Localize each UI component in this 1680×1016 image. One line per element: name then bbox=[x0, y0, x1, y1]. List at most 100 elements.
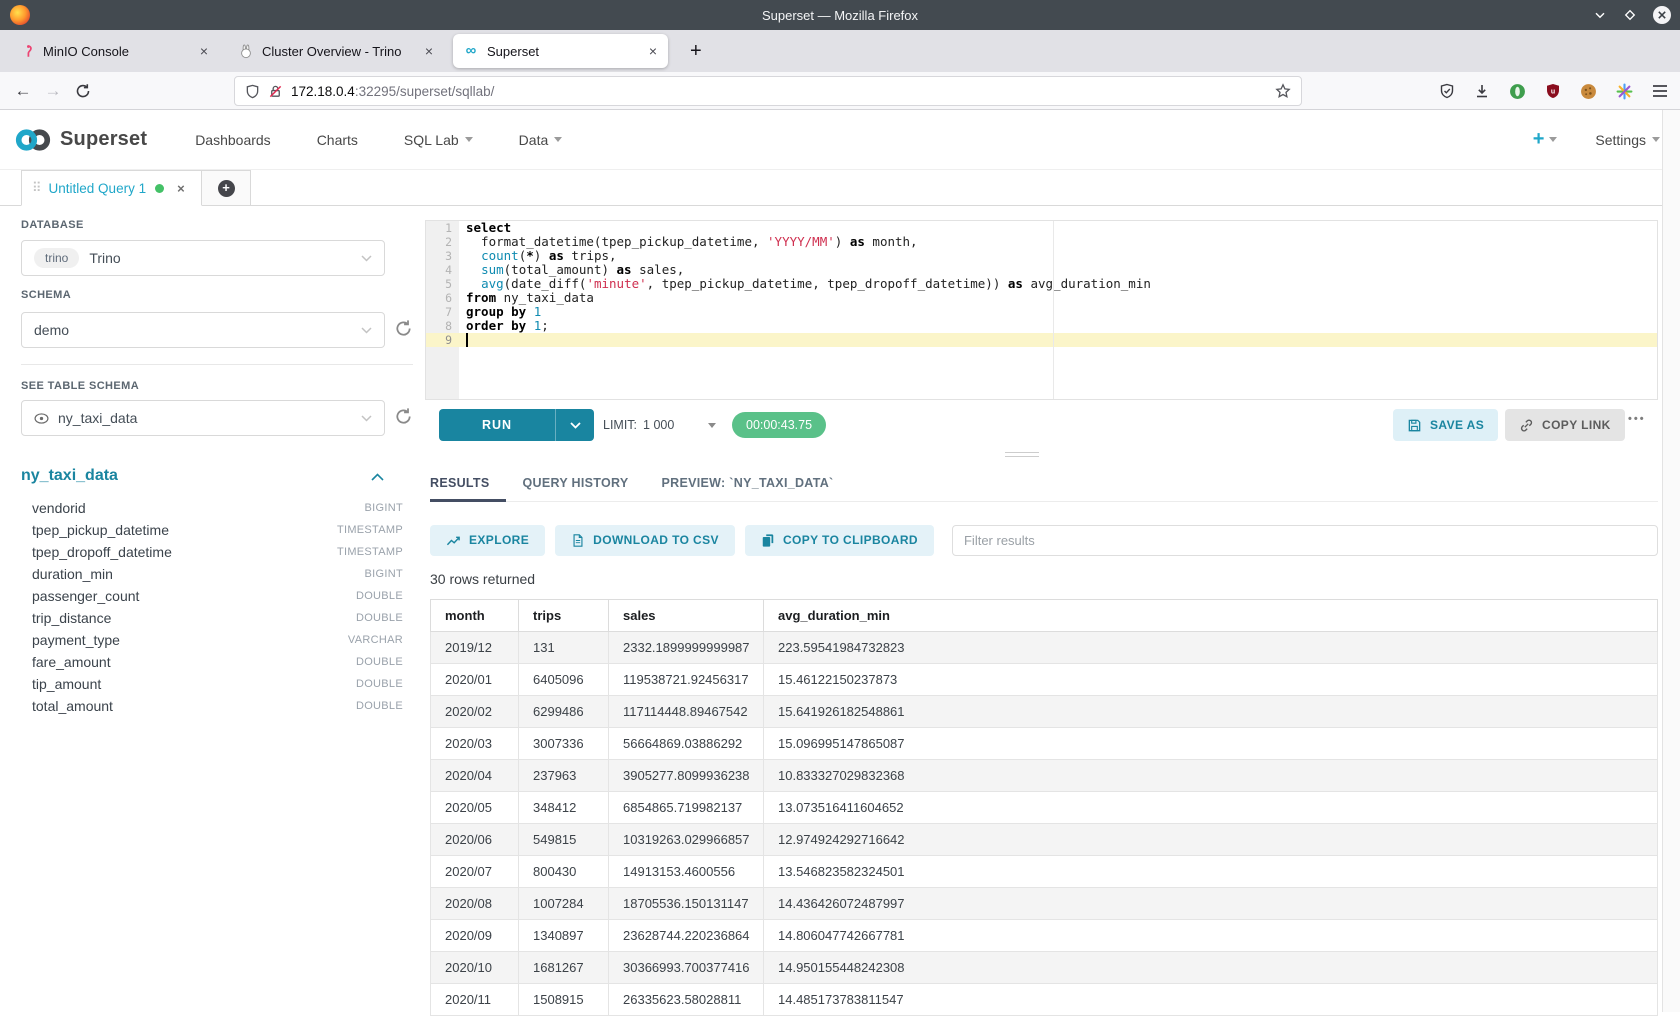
collapse-chevron-up-icon[interactable] bbox=[371, 473, 384, 481]
browser-tab[interactable]: MinIO Console × bbox=[9, 34, 219, 68]
browser-new-tab-button[interactable]: + bbox=[684, 40, 708, 63]
schema-column-row: tip_amountDOUBLE bbox=[32, 673, 403, 695]
query-tab-untitled-query-1[interactable]: ⠿ Untitled Query 1 × bbox=[21, 170, 202, 206]
chevron-down-icon bbox=[465, 137, 473, 142]
table-cell: 10.833327029832368 bbox=[764, 760, 1658, 792]
run-button[interactable]: RUN bbox=[439, 409, 556, 441]
download-csv-button[interactable]: DOWNLOAD TO CSV bbox=[555, 525, 735, 556]
svg-text:u: u bbox=[1551, 89, 1555, 96]
browser-tab[interactable]: ∞Superset× bbox=[453, 34, 668, 68]
column-type: DOUBLE bbox=[356, 590, 403, 602]
browser-tab-title: MinIO Console bbox=[43, 44, 187, 59]
table-schema-label: SEE TABLE SCHEMA bbox=[21, 380, 139, 392]
results-tab-query-history[interactable]: QUERY HISTORY bbox=[523, 464, 629, 502]
new-query-tab-button[interactable]: + bbox=[202, 170, 251, 206]
hamburger-menu-icon[interactable] bbox=[1652, 84, 1668, 98]
limit-dropdown[interactable]: LIMIT: 1 000 bbox=[603, 409, 716, 441]
pane-resize-handle[interactable] bbox=[1005, 452, 1039, 460]
code-line: select bbox=[459, 221, 1657, 235]
table-cell: 6299486 bbox=[519, 696, 609, 728]
nav-item-data[interactable]: Data bbox=[519, 132, 563, 148]
url-field[interactable]: 172.18.0.4:32295/superset/sqllab/ bbox=[234, 76, 1302, 106]
column-header-sales[interactable]: sales bbox=[609, 600, 764, 632]
table-row: 2020/03300733656664869.0388629215.096995… bbox=[431, 728, 1658, 760]
sql-editor[interactable]: 123456789 select format_datetime(tpep_pi… bbox=[425, 220, 1658, 400]
refresh-tables-icon[interactable] bbox=[394, 407, 416, 429]
nav-item-charts[interactable]: Charts bbox=[317, 132, 358, 148]
table-cell: 15.096995147865087 bbox=[764, 728, 1658, 760]
bookmark-star-icon[interactable] bbox=[1275, 83, 1291, 99]
results-tab-results[interactable]: RESULTS bbox=[430, 464, 490, 502]
table-cell: 549815 bbox=[519, 824, 609, 856]
table-schema-heading[interactable]: ny_taxi_data bbox=[21, 467, 118, 485]
copy-link-button[interactable]: COPY LINK bbox=[1505, 409, 1625, 441]
table-select[interactable]: ny_taxi_data bbox=[21, 400, 385, 436]
column-header-month[interactable]: month bbox=[431, 600, 519, 632]
browser-tab[interactable]: Cluster Overview - Trino× bbox=[228, 34, 444, 68]
chevron-down-icon bbox=[361, 255, 372, 262]
column-type: BIGINT bbox=[365, 568, 403, 580]
run-query-split-button[interactable]: RUN bbox=[439, 409, 594, 441]
tab-close-icon[interactable]: × bbox=[197, 43, 211, 59]
tab-close-icon[interactable]: × bbox=[646, 43, 660, 59]
insecure-lock-icon[interactable] bbox=[268, 84, 283, 99]
schema-select[interactable]: demo bbox=[21, 312, 385, 348]
nav-item-sql-lab[interactable]: SQL Lab bbox=[404, 132, 473, 148]
window-close-icon[interactable] bbox=[1652, 5, 1672, 25]
table-row: 2020/026299486117114448.8946754215.64192… bbox=[431, 696, 1658, 728]
page-scrollbar-track[interactable] bbox=[1662, 110, 1680, 1012]
table-cell: 30366993.700377416 bbox=[609, 952, 764, 984]
table-cell: 2020/03 bbox=[431, 728, 519, 760]
drag-handle-icon[interactable]: ⠿ bbox=[32, 180, 42, 196]
eye-icon bbox=[34, 413, 49, 424]
colorful-asterisk-extension-icon[interactable] bbox=[1616, 83, 1633, 100]
navbar-plus-button[interactable]: + bbox=[1533, 128, 1558, 151]
table-cell: 119538721.92456317 bbox=[609, 664, 764, 696]
table-cell: 800430 bbox=[519, 856, 609, 888]
refresh-schemas-icon[interactable] bbox=[394, 319, 416, 341]
superset-tab-icon: ∞ bbox=[463, 43, 479, 59]
results-tab-preview[interactable]: PREVIEW: `NY_TAXI_DATA` bbox=[662, 464, 834, 502]
filter-results-input[interactable] bbox=[952, 525, 1658, 556]
tracking-shield-icon[interactable] bbox=[245, 84, 260, 99]
column-header-avg_duration_min[interactable]: avg_duration_min bbox=[764, 600, 1658, 632]
table-row: 2020/0654981510319263.02996685712.974924… bbox=[431, 824, 1658, 856]
column-name: passenger_count bbox=[32, 588, 139, 604]
more-actions-button[interactable]: ••• bbox=[1628, 413, 1646, 425]
table-cell: 14.806047742667781 bbox=[764, 920, 1658, 952]
copy-clipboard-button[interactable]: COPY TO CLIPBOARD bbox=[745, 525, 934, 556]
trino-icon bbox=[238, 43, 254, 59]
table-cell: 2020/08 bbox=[431, 888, 519, 920]
chevron-down-icon bbox=[708, 423, 716, 428]
explore-button[interactable]: EXPLORE bbox=[430, 525, 545, 556]
column-name: payment_type bbox=[32, 632, 120, 648]
tab-close-icon[interactable]: × bbox=[422, 43, 436, 59]
back-button[interactable]: ← bbox=[8, 81, 38, 101]
query-tab-close-icon[interactable]: × bbox=[177, 181, 185, 196]
downloads-icon[interactable] bbox=[1474, 83, 1490, 99]
column-header-trips[interactable]: trips bbox=[519, 600, 609, 632]
csv-icon bbox=[571, 533, 585, 548]
table-cell: 1681267 bbox=[519, 952, 609, 984]
code-line bbox=[459, 333, 1657, 347]
text-cursor bbox=[466, 333, 468, 347]
cookie-extension-icon[interactable] bbox=[1580, 83, 1597, 100]
nav-item-dashboards[interactable]: Dashboards bbox=[195, 132, 271, 148]
superset-logo[interactable]: Superset bbox=[12, 126, 147, 154]
table-cell: 3905277.8099936238 bbox=[609, 760, 764, 792]
row-count-text: 30 rows returned bbox=[430, 571, 535, 587]
navbar-settings-menu[interactable]: Settings bbox=[1595, 132, 1660, 148]
extension-green-icon[interactable] bbox=[1509, 83, 1526, 100]
reload-button[interactable] bbox=[68, 83, 98, 99]
window-maximize-icon[interactable] bbox=[1622, 7, 1638, 23]
forward-button[interactable]: → bbox=[38, 81, 68, 101]
save-as-button[interactable]: SAVE AS bbox=[1393, 409, 1498, 441]
table-cell: 13.546823582324501 bbox=[764, 856, 1658, 888]
protections-shield-icon[interactable] bbox=[1439, 83, 1455, 99]
database-select[interactable]: trino Trino bbox=[21, 240, 385, 276]
table-cell: 1508915 bbox=[519, 984, 609, 1016]
run-options-caret[interactable] bbox=[556, 409, 594, 441]
ublock-shield-icon[interactable]: u bbox=[1545, 83, 1561, 99]
table-cell: 131 bbox=[519, 632, 609, 664]
window-minimize-icon[interactable] bbox=[1592, 7, 1608, 23]
